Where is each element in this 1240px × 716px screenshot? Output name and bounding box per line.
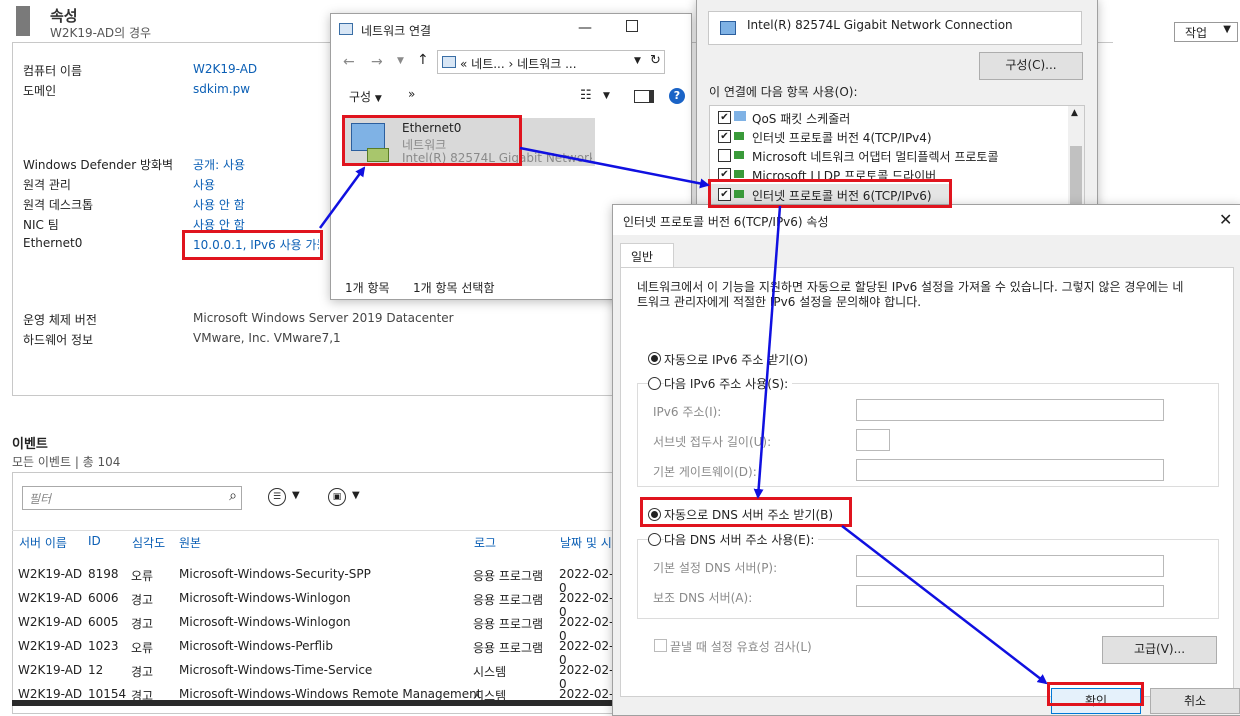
arrow-adapter-to-ipv6 — [519, 146, 710, 189]
arrow-link-to-adapter — [318, 166, 366, 229]
annotation-arrows — [318, 146, 1048, 685]
arrow-ipv6-to-dns — [753, 205, 782, 499]
arrow-dns-to-ok — [841, 525, 1048, 685]
